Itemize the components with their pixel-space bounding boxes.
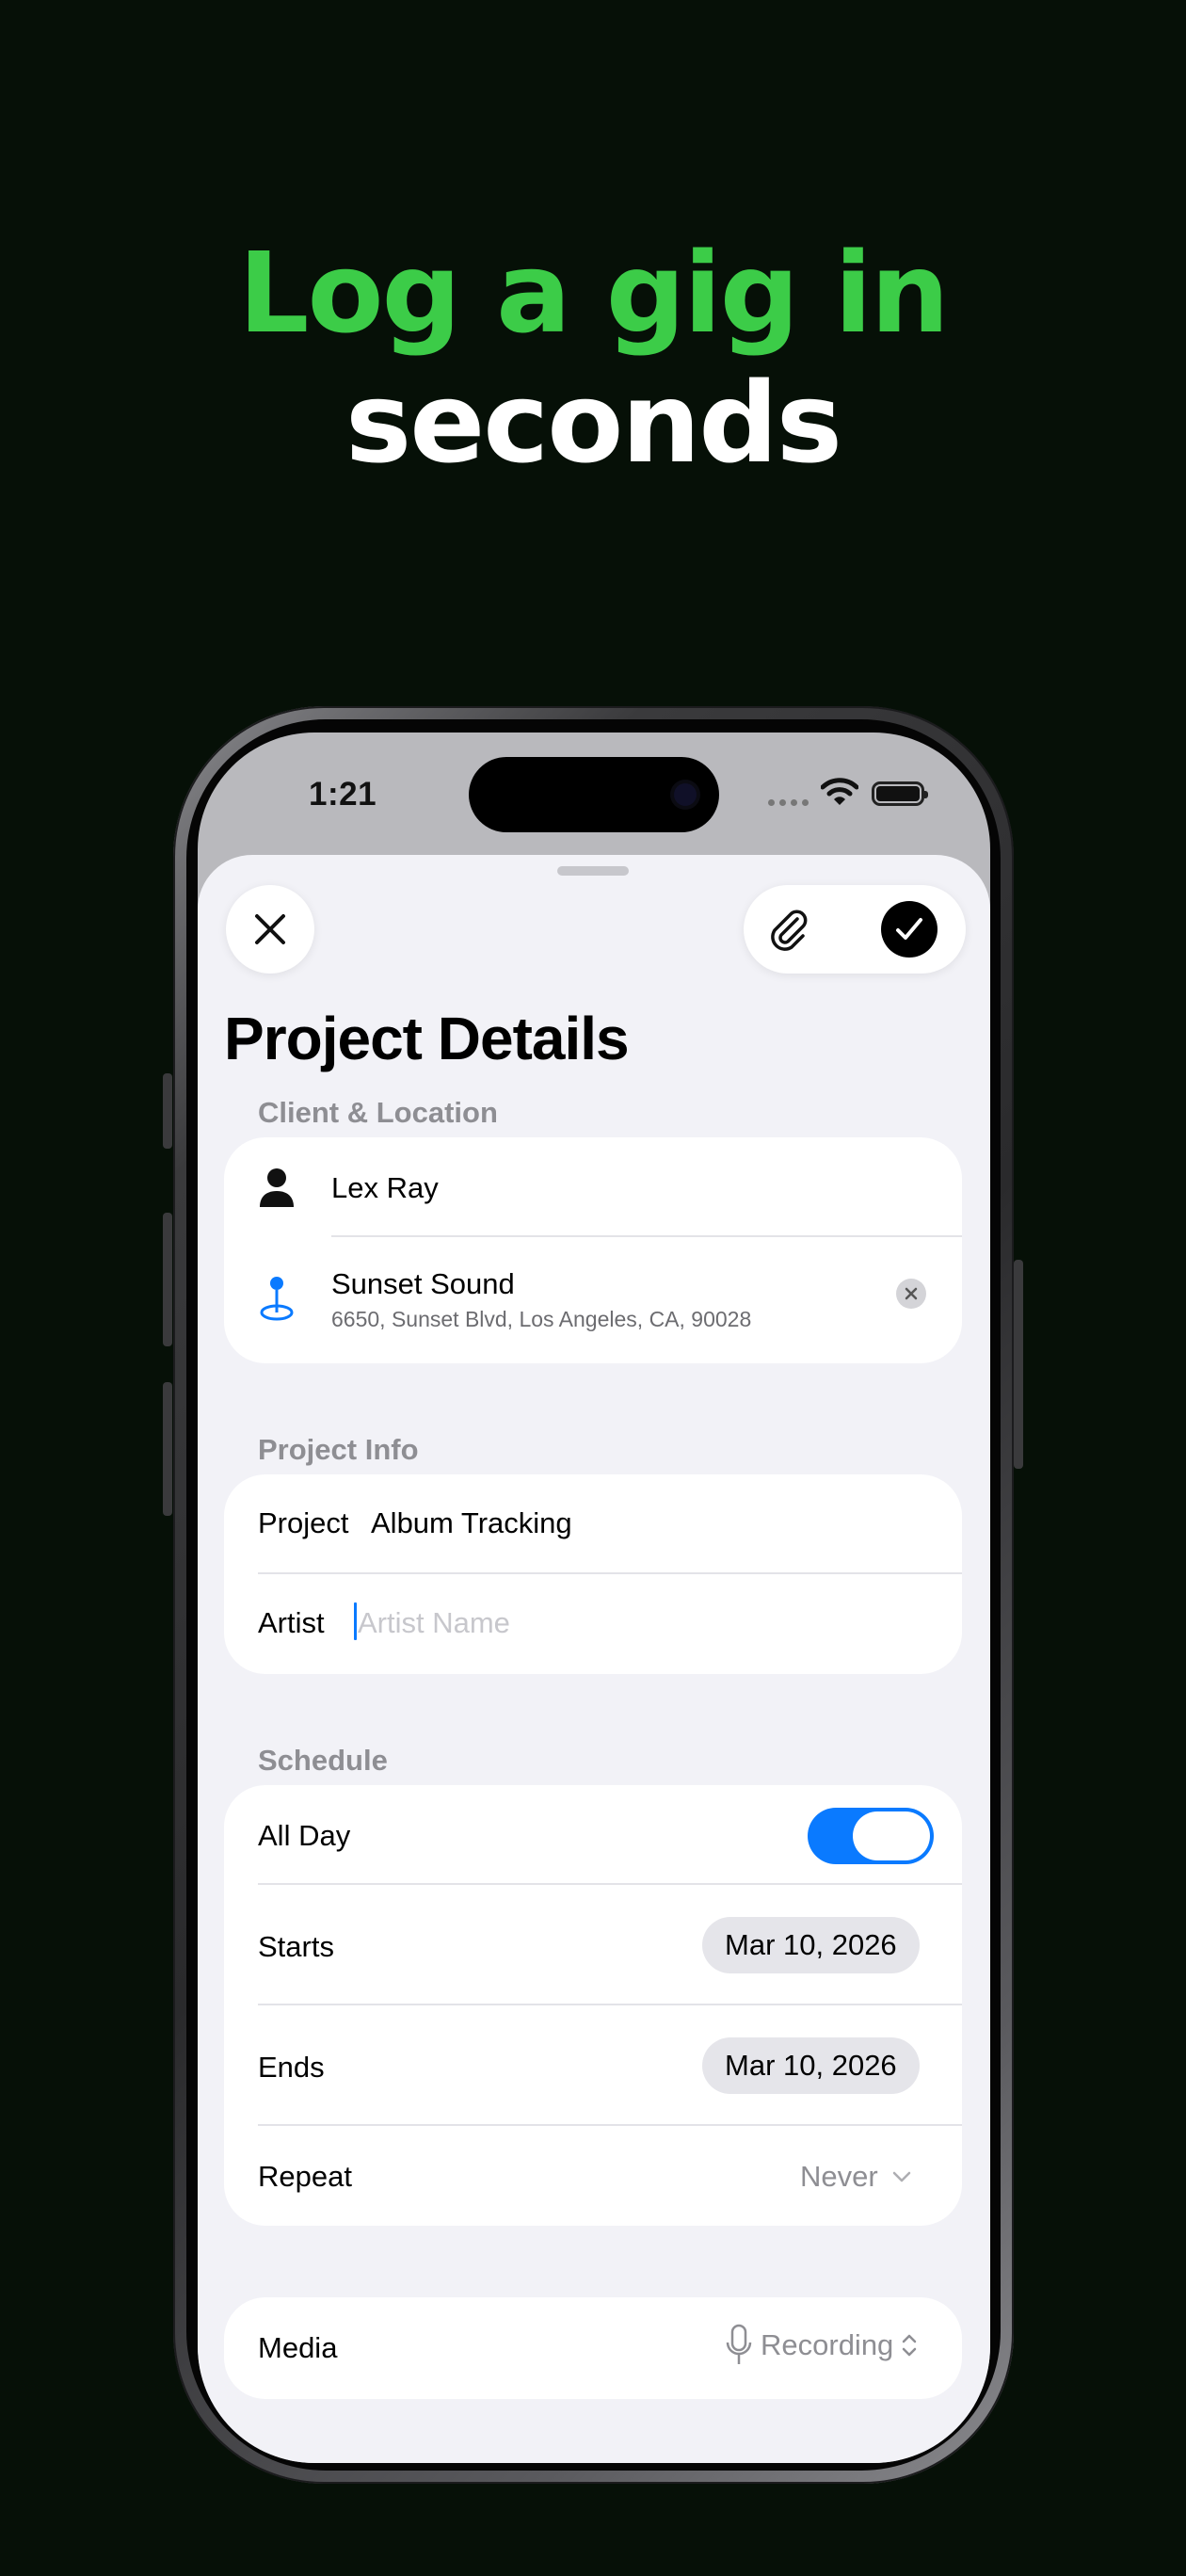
close-icon <box>255 914 285 944</box>
headline: Log a gig in seconds <box>0 228 1186 488</box>
dynamic-island <box>469 757 719 832</box>
media-value: Recording <box>761 2328 894 2361</box>
signal-icon <box>768 799 809 806</box>
all-day-label: All Day <box>258 1819 351 1852</box>
power-button <box>1014 1260 1023 1469</box>
artist-label: Artist <box>258 1606 325 1639</box>
section-header-project-info: Project Info <box>258 1433 419 1466</box>
location-name[interactable]: Sunset Sound <box>331 1267 515 1301</box>
page-title: Project Details <box>224 1005 630 1072</box>
status-bar: 1:21 <box>198 733 990 855</box>
paperclip-icon <box>771 910 808 951</box>
section-header-schedule: Schedule <box>258 1744 388 1777</box>
phone-screen: 1:21 Project Details Client & Location L… <box>198 733 990 2463</box>
project-info-card: Project Album Tracking Artist Artist Nam… <box>224 1474 962 1674</box>
ends-label: Ends <box>258 2051 325 2084</box>
toolbar-actions <box>744 885 966 974</box>
attach-button[interactable] <box>761 901 817 958</box>
chevron-down-icon <box>892 2171 910 2182</box>
volume-down-button <box>163 1382 172 1516</box>
battery-icon <box>872 781 928 806</box>
close-icon <box>905 1287 918 1300</box>
repeat-value: Never <box>800 2160 878 2193</box>
project-label: Project <box>258 1506 349 1539</box>
media-label: Media <box>258 2331 338 2364</box>
headline-line-1: Log a gig in <box>238 228 949 358</box>
schedule-card: All Day Starts Mar 10, 2026 Ends Mar 10,… <box>224 1785 962 2226</box>
sheet-grabber[interactable] <box>557 866 629 876</box>
media-card: Media Recording <box>224 2297 962 2399</box>
confirm-button[interactable] <box>881 901 938 958</box>
divider <box>258 2004 962 2005</box>
section-header-client-location: Client & Location <box>258 1096 498 1129</box>
divider <box>258 1572 962 1574</box>
artist-field[interactable]: Artist Name <box>358 1606 510 1640</box>
divider <box>258 2124 962 2126</box>
clear-location-button[interactable] <box>896 1279 926 1309</box>
checkmark-icon <box>896 918 922 940</box>
person-icon <box>260 1168 294 1207</box>
media-picker[interactable]: Recording <box>725 2324 918 2367</box>
repeat-label: Repeat <box>258 2160 352 2193</box>
client-location-card: Lex Ray Sunset Sound 6650, Sunset Blvd, … <box>224 1137 962 1363</box>
action-button <box>163 1073 172 1149</box>
close-button[interactable] <box>226 885 314 974</box>
text-cursor <box>354 1602 357 1640</box>
chevron-up-down-icon <box>903 2334 917 2357</box>
status-time: 1:21 <box>309 776 377 813</box>
repeat-picker[interactable]: Never <box>800 2160 912 2194</box>
divider <box>258 1883 962 1885</box>
ends-date-picker[interactable]: Mar 10, 2026 <box>702 2037 920 2094</box>
location-address: 6650, Sunset Blvd, Los Angeles, CA, 9002… <box>331 1307 752 1331</box>
headline-line-2: seconds <box>345 358 842 488</box>
microphone-icon <box>726 2324 752 2364</box>
wifi-icon <box>821 778 858 805</box>
all-day-toggle[interactable] <box>808 1808 934 1864</box>
divider <box>331 1235 962 1237</box>
starts-date-picker[interactable]: Mar 10, 2026 <box>702 1917 920 1973</box>
project-details-sheet: Project Details Client & Location Lex Ra… <box>198 855 990 2463</box>
starts-label: Starts <box>258 1930 334 1963</box>
project-field[interactable]: Album Tracking <box>371 1506 572 1540</box>
volume-up-button <box>163 1213 172 1346</box>
client-name[interactable]: Lex Ray <box>331 1171 439 1205</box>
map-pin-icon <box>260 1277 294 1321</box>
